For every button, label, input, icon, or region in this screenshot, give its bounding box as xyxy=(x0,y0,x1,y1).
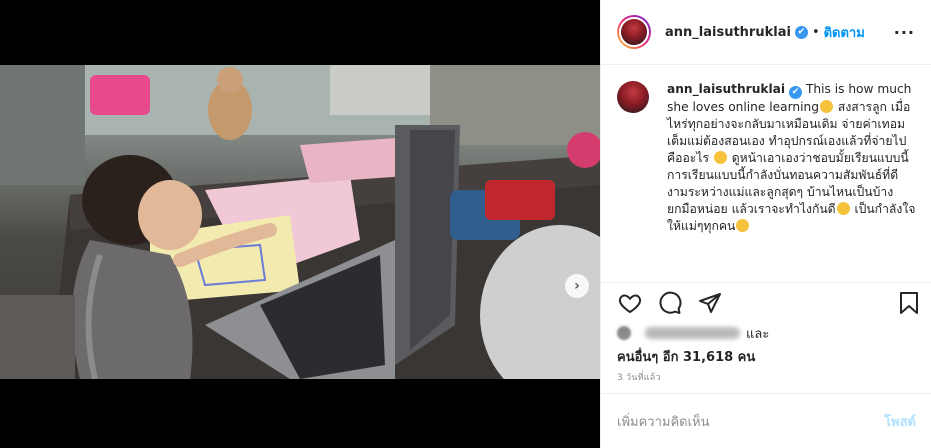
header-username[interactable]: ann_laisuthruklai xyxy=(665,25,791,40)
share-icon[interactable] xyxy=(697,291,723,315)
chevron-right-icon: › xyxy=(574,278,580,294)
verified-icon: ✔ xyxy=(794,25,808,39)
next-slide-button[interactable]: › xyxy=(565,274,589,298)
post-media: › xyxy=(0,0,600,448)
comment-input[interactable]: เพิ่มความคิดเห็น xyxy=(617,411,710,432)
comment-box: เพิ่มความคิดเห็น โพสต์ xyxy=(601,393,931,448)
post-comment-button[interactable]: โพสต์ xyxy=(884,411,916,432)
caption-username[interactable]: ann_laisuthruklai xyxy=(667,82,785,96)
avatar[interactable] xyxy=(617,15,651,49)
liker-avatar[interactable] xyxy=(617,326,631,340)
heart-icon[interactable] xyxy=(617,291,643,315)
verified-icon: ✔ xyxy=(789,86,803,99)
eye-roll-emoji-icon xyxy=(836,202,850,215)
caption-section: ann_laisuthruklai ✔ This is how much she … xyxy=(601,65,931,283)
caption-text: ann_laisuthruklai ✔ This is how much she … xyxy=(667,81,916,235)
post-header: ann_laisuthruklai ✔ • ติดตาม ··· xyxy=(601,0,931,65)
action-bar xyxy=(617,287,918,321)
frowning-face-emoji-icon xyxy=(820,100,833,113)
likes-and-label: และ xyxy=(746,326,770,342)
separator-dot: • xyxy=(811,24,820,40)
victory-hand-emoji-icon xyxy=(736,219,750,232)
post-panel: ann_laisuthruklai ✔ • ติดตาม ··· ann_lai… xyxy=(600,0,931,448)
post-timestamp[interactable]: 3 วันที่แล้ว xyxy=(617,370,661,384)
post-photo[interactable]: › xyxy=(0,65,600,379)
comment-icon[interactable] xyxy=(657,291,683,315)
sad-face-emoji-icon xyxy=(713,151,727,164)
caption-avatar[interactable] xyxy=(617,81,649,113)
likes-section: และ คนอื่นๆ อีก 31,618 คน xyxy=(617,324,917,367)
more-options-icon[interactable]: ··· xyxy=(894,23,915,42)
photo-illustration xyxy=(0,65,600,379)
bookmark-icon[interactable] xyxy=(897,291,921,315)
likes-count[interactable]: คนอื่นๆ อีก 31,618 คน xyxy=(617,346,917,367)
follow-button[interactable]: ติดตาม xyxy=(824,22,865,43)
liker-name-blurred[interactable] xyxy=(645,327,740,339)
